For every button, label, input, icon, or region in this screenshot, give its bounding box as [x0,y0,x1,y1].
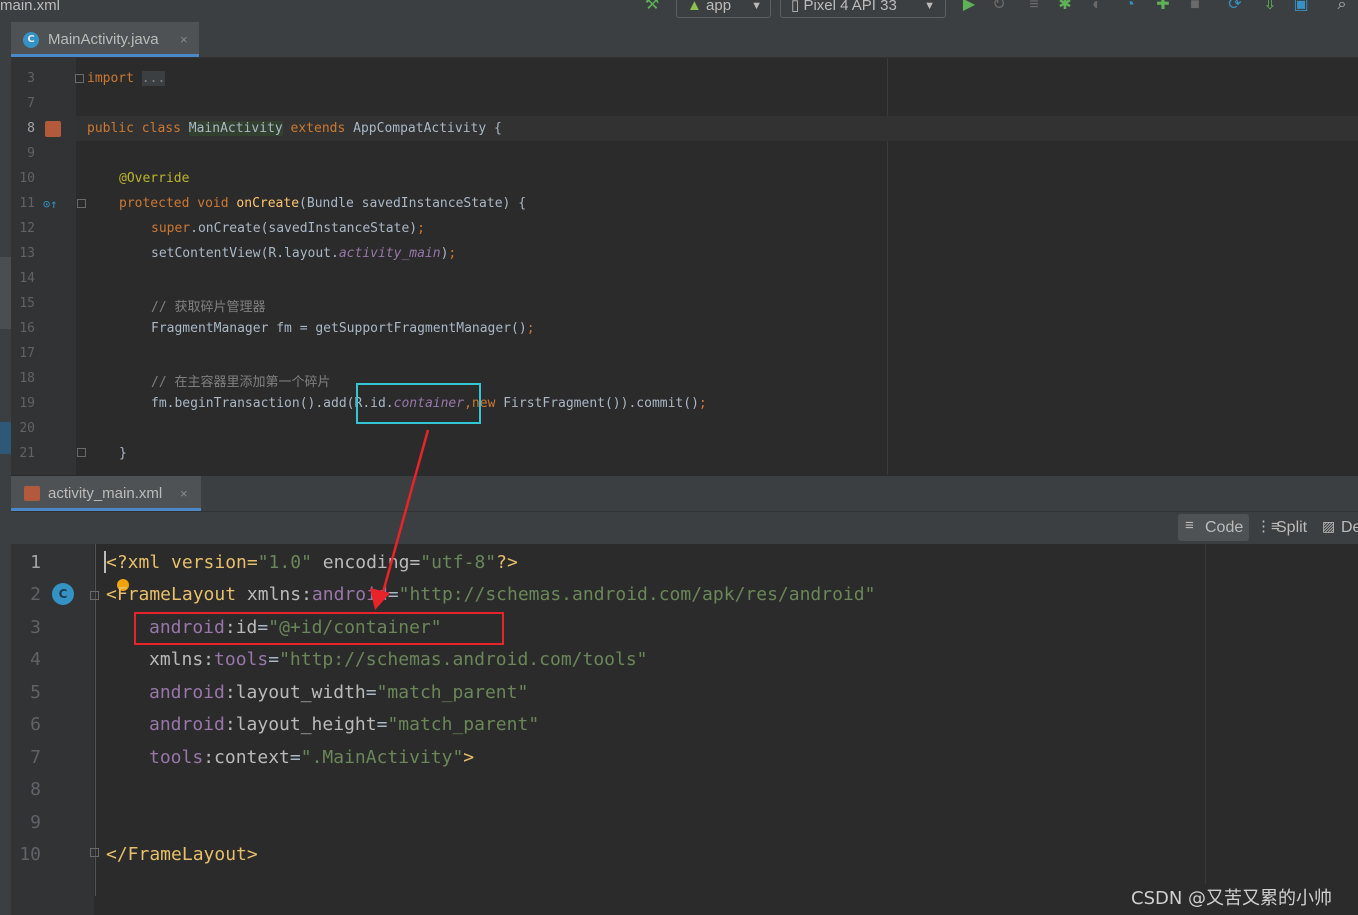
red-arrow-annotation [370,429,430,610]
arrow-head [370,588,390,610]
arrow-shaft [380,429,430,597]
watermark: CSDN @又苦又累的小帅 [1131,888,1333,909]
